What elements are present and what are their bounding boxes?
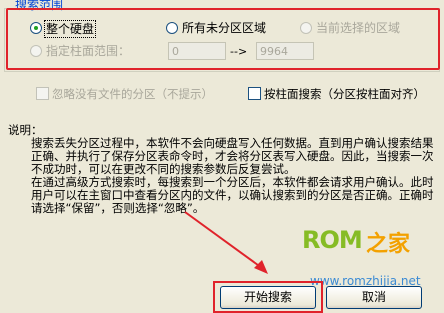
cancel-button[interactable]: 取消: [326, 286, 422, 309]
watermark-zhijia-text: 之家: [366, 232, 411, 257]
annotation-red-box-button: [213, 281, 323, 313]
watermark-rom-text: ROM: [302, 226, 363, 254]
